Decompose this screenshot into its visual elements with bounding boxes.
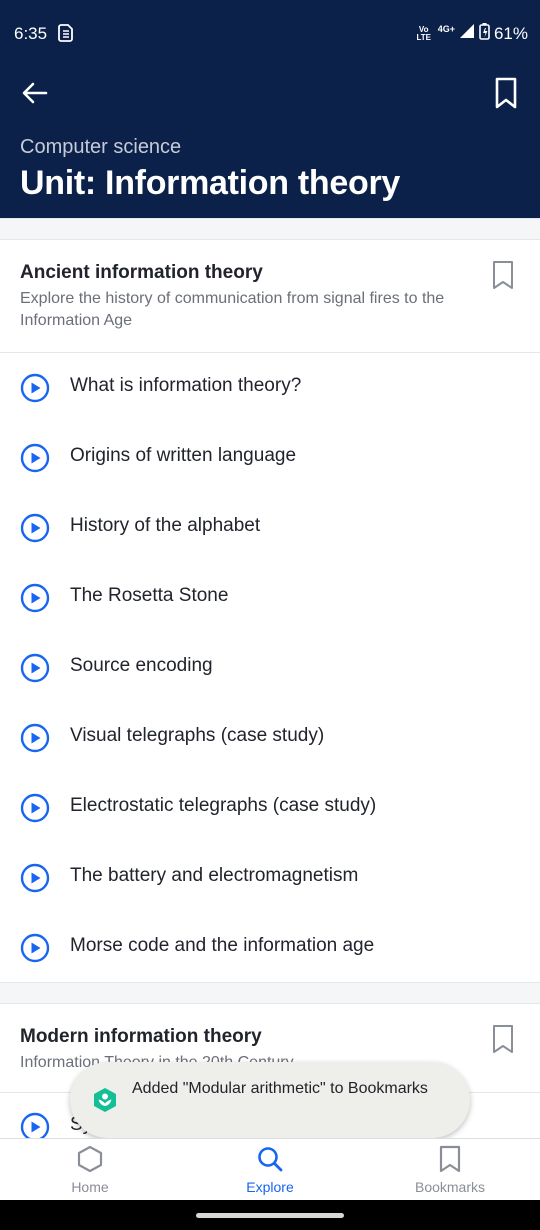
play-icon [20,793,50,823]
section-title: Ancient information theory [20,262,263,283]
signal-icon [459,23,475,44]
lesson-item[interactable]: Source encoding [0,633,540,703]
sim-card-icon [58,24,74,42]
nav-explore[interactable]: Explore [180,1139,360,1201]
back-button[interactable] [18,76,52,110]
subject-label[interactable]: Computer science [20,136,181,159]
section-bookmark-button[interactable] [492,1024,518,1056]
section-header: Ancient information theory Explore the h… [0,240,540,352]
toast-message: Added "Modular arithmetic" to Bookmarks [132,1080,428,1097]
nav-home[interactable]: Home [0,1139,180,1201]
lesson-item[interactable]: Electrostatic telegraphs (case study) [0,773,540,843]
play-icon [20,653,50,683]
bookmark-icon [493,1025,513,1053]
lesson-title: What is information theory? [70,375,302,396]
hexagon-home-icon [77,1145,103,1173]
lesson-title: Visual telegraphs (case study) [70,725,325,746]
unit-header: 6:35 Vo LTE 4G+ 61% Computer science Uni… [0,0,540,218]
play-icon [20,933,50,963]
search-icon [258,1147,283,1172]
lesson-title: Origins of written language [70,445,297,466]
nav-label: Explore [246,1179,294,1195]
lesson-item[interactable]: History of the alphabet [0,493,540,563]
play-icon [20,513,50,543]
lesson-title: Source encoding [70,655,213,676]
section-description: Explore the history of communication fro… [20,290,445,329]
lesson-item[interactable]: Morse code and the information age [0,913,540,983]
lesson-item[interactable]: The Rosetta Stone [0,563,540,633]
lesson-item[interactable]: The battery and electromagnetism [0,843,540,913]
bookmark-toast: Added "Modular arithmetic" to Bookmarks [70,1062,470,1138]
play-icon [20,1112,50,1138]
lesson-item[interactable]: Visual telegraphs (case study) [0,703,540,773]
page-title: Unit: Information theory [20,164,400,202]
play-icon [20,443,50,473]
play-icon [20,373,50,403]
play-icon [20,863,50,893]
status-bar: 6:35 Vo LTE 4G+ 61% [0,0,540,66]
unit-bookmark-button[interactable] [490,74,522,112]
volte-indicator: Vo LTE [416,24,431,42]
status-indicators: Vo LTE 4G+ 61% [414,22,528,45]
section-bookmark-button[interactable] [492,260,518,292]
khan-academy-logo-icon [94,1088,116,1112]
nav-label: Home [71,1179,109,1195]
lesson-item[interactable]: Origins of written language [0,423,540,493]
lesson-title: History of the alphabet [70,515,261,536]
bottom-navigation: Home Explore Bookmarks [0,1138,540,1200]
section-title: Modern information theory [20,1026,262,1047]
system-gesture-area [0,1200,540,1230]
arrow-left-icon [22,82,48,104]
home-gesture-bar[interactable] [196,1213,344,1218]
nav-label: Bookmarks [414,1179,486,1195]
lesson-title: The battery and electromagnetism [70,865,359,886]
status-time: 6:35 [14,24,48,43]
bookmark-icon [493,261,513,289]
network-type: 4G+ [437,23,455,34]
section-spacer [0,218,540,240]
lesson-title: Morse code and the information age [70,935,375,956]
lesson-title: The Rosetta Stone [70,585,229,606]
battery-percent: 61% [493,23,528,43]
lesson-item[interactable]: What is information theory? [0,353,540,423]
bookmark-icon [439,1145,461,1173]
section-spacer [0,982,540,1004]
bookmark-icon [495,77,517,109]
nav-bookmarks[interactable]: Bookmarks [360,1139,540,1201]
battery-icon [479,22,490,45]
play-icon [20,583,50,613]
lesson-title: Electrostatic telegraphs (case study) [70,795,377,816]
play-icon [20,723,50,753]
